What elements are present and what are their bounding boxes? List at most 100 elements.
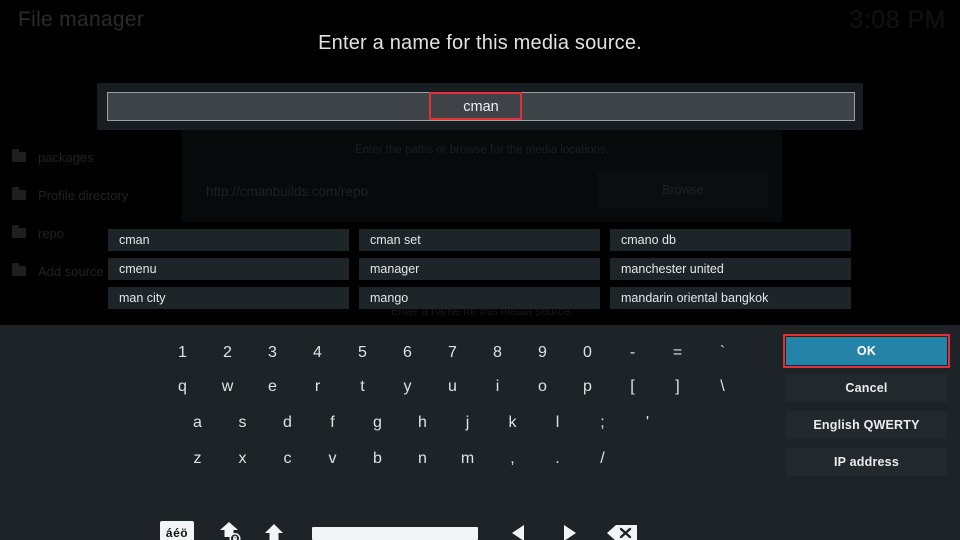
sidebar-item-label: Add source [38,263,104,279]
key-period[interactable]: . [535,441,580,477]
sidebar-item-label: Profile directory [38,187,129,203]
suggestion-item[interactable]: manchester united [610,258,851,280]
sidebar-item-label: packages [38,149,94,165]
key-apostrophe[interactable]: ' [625,405,670,441]
caps-lock-key[interactable] [208,518,252,540]
key-semicolon[interactable]: ; [580,405,625,441]
suggestion-item[interactable]: cmenu [108,258,349,280]
key-0[interactable]: 0 [565,335,610,371]
key-s[interactable]: s [220,405,265,441]
keyboard-layout-button[interactable]: English QWERTY [786,411,947,439]
key-2[interactable]: 2 [205,335,250,371]
key-j[interactable]: j [445,405,490,441]
ok-button[interactable]: OK [786,337,947,365]
key-bracket-left[interactable]: [ [610,369,655,405]
suggestion-item[interactable]: man city [108,287,349,309]
key-8[interactable]: 8 [475,335,520,371]
folder-icon [12,225,26,238]
key-k[interactable]: k [490,405,535,441]
key-h[interactable]: h [400,405,445,441]
background-add-source-panel: Enter the paths or browse for the media … [182,126,782,222]
suggestion-item[interactable]: mango [359,287,600,309]
key-l[interactable]: l [535,405,580,441]
folder-icon [12,263,26,276]
key-v[interactable]: v [310,441,355,477]
key-z[interactable]: z [175,441,220,477]
clock: 3:08 PM [849,6,946,34]
accent-icon: áéö [160,521,194,540]
keyboard-row-numbers: 1 2 3 4 5 6 7 8 9 0 - = ` [160,325,760,369]
key-p[interactable]: p [565,369,610,405]
key-minus[interactable]: - [610,335,655,371]
accent-key[interactable]: áéö [160,518,194,540]
suggestion-item[interactable]: cman set [359,229,600,251]
key-o[interactable]: o [520,369,565,405]
caps-lock-icon [220,522,241,540]
kodi-screen: File manager 3:08 PM packages Profile di… [0,0,960,540]
ip-address-button[interactable]: IP address [786,448,947,476]
source-url-value: http://cmanbuilds.com/repo [206,184,369,199]
key-n[interactable]: n [400,441,445,477]
cancel-button[interactable]: Cancel [786,374,947,402]
key-q[interactable]: q [160,369,205,405]
sidebar-item-packages: packages [0,138,180,176]
shift-key[interactable] [252,518,296,540]
sidebar-item-label: repo [38,225,65,241]
arrow-left-icon [512,525,524,540]
cursor-right-key[interactable] [544,518,594,540]
keyboard-function-row: áéö [160,515,650,540]
dialog-heading: Enter a name for this media source. [318,32,642,54]
cursor-left-key[interactable] [494,518,544,540]
backspace-key[interactable] [594,518,650,540]
app-title: File manager [18,8,145,31]
name-entry-bar: cman [97,83,863,130]
key-comma[interactable]: , [490,441,535,477]
suggestion-item[interactable]: mandarin oriental bangkok [610,287,851,309]
key-f[interactable]: f [310,405,355,441]
suggestion-item[interactable]: cmano db [610,229,851,251]
key-e[interactable]: e [250,369,295,405]
folder-icon [12,149,26,162]
key-g[interactable]: g [355,405,400,441]
key-x[interactable]: x [220,441,265,477]
key-b[interactable]: b [355,441,400,477]
keyboard-row-home: a s d f g h j k l ; ' [160,405,760,441]
key-9[interactable]: 9 [520,335,565,371]
space-key[interactable] [312,526,478,540]
key-t[interactable]: t [340,369,385,405]
key-5[interactable]: 5 [340,335,385,371]
keyboard-row-top: q w e r t y u i o p [ ] \ [160,369,760,405]
keyboard-row-bottom: z x c v b n m , . / [160,441,760,477]
key-backtick[interactable]: ` [700,335,745,371]
key-bracket-right[interactable]: ] [655,369,700,405]
key-a[interactable]: a [175,405,220,441]
folder-icon [12,187,26,200]
key-4[interactable]: 4 [295,335,340,371]
arrow-right-icon [564,525,576,540]
suggestion-grid: cman cman set cmano db cmenu manager man… [108,229,852,309]
key-equals[interactable]: = [655,335,700,371]
key-d[interactable]: d [265,405,310,441]
key-m[interactable]: m [445,441,490,477]
key-6[interactable]: 6 [385,335,430,371]
key-7[interactable]: 7 [430,335,475,371]
sidebar-item-profile-directory: Profile directory [0,176,180,214]
browse-button: Browse [598,172,768,208]
key-1[interactable]: 1 [160,335,205,371]
key-i[interactable]: i [475,369,520,405]
suggestion-item[interactable]: manager [359,258,600,280]
paths-hint: Enter the paths or browse for the media … [355,144,609,156]
key-3[interactable]: 3 [250,335,295,371]
key-r[interactable]: r [295,369,340,405]
key-c[interactable]: c [265,441,310,477]
key-backslash[interactable]: \ [700,369,745,405]
key-w[interactable]: w [205,369,250,405]
shift-icon [265,524,283,540]
key-slash[interactable]: / [580,441,625,477]
keyboard-key-rows: 1 2 3 4 5 6 7 8 9 0 - = ` q w e r t y u … [160,325,760,477]
key-y[interactable]: y [385,369,430,405]
key-u[interactable]: u [430,369,475,405]
name-input-value: cman [463,98,499,115]
suggestion-item[interactable]: cman [108,229,349,251]
name-input[interactable]: cman [107,92,855,121]
